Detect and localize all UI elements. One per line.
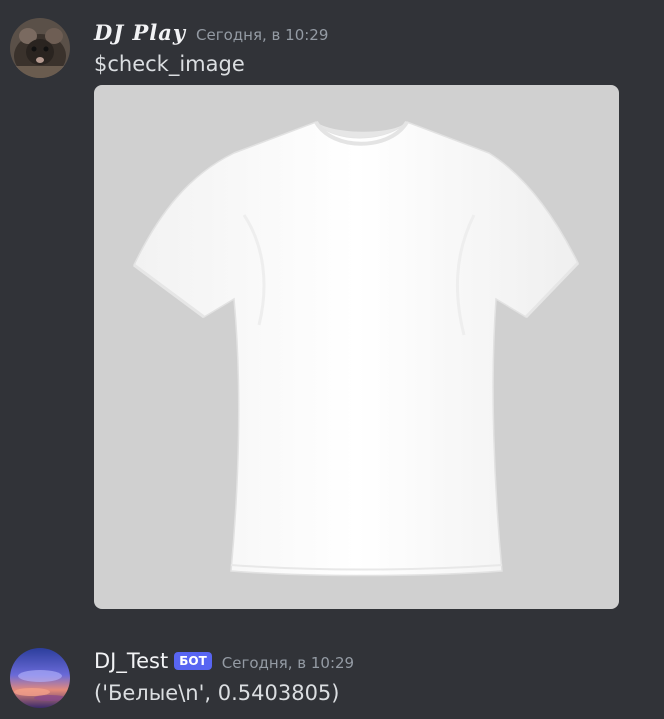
timestamp[interactable]: Сегодня, в 10:29: [222, 654, 354, 672]
message-header: DJ_Test БОТ Сегодня, в 10:29: [94, 649, 354, 673]
message-header: DJ Play Сегодня, в 10:29: [94, 20, 328, 45]
image-attachment[interactable]: [94, 85, 619, 609]
chat-messages: DJ Play Сегодня, в 10:29 $check_image DJ…: [0, 0, 664, 719]
message-text: ('Белые\n', 0.5403805): [94, 681, 340, 705]
bot-badge: БОТ: [174, 652, 212, 670]
message-djtest: DJ_Test БОТ Сегодня, в 10:29 ('Белые\n',…: [0, 615, 664, 719]
message-text: $check_image: [94, 52, 245, 76]
user-avatar-rat-icon[interactable]: [10, 18, 70, 78]
message-djplay: DJ Play Сегодня, в 10:29 $check_image: [0, 0, 664, 615]
timestamp[interactable]: Сегодня, в 10:29: [196, 26, 328, 44]
username[interactable]: DJ Play: [94, 20, 186, 45]
tshirt-icon: [133, 120, 580, 577]
bot-avatar-sunset-icon[interactable]: [10, 648, 70, 708]
username[interactable]: DJ_Test: [94, 649, 168, 673]
